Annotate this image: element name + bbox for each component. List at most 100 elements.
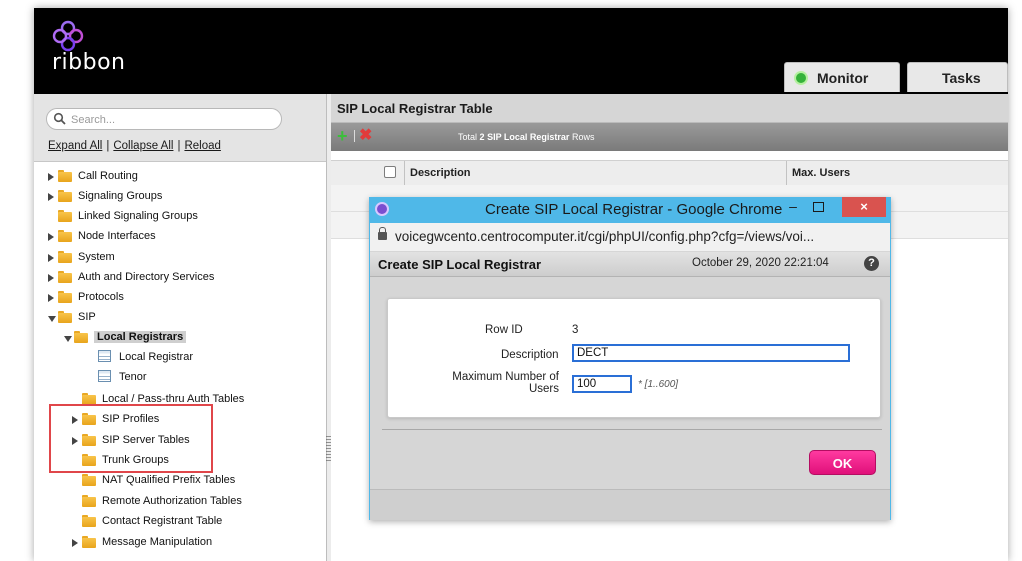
- collapse-all-link[interactable]: Collapse All: [113, 140, 173, 152]
- folder-icon: [58, 170, 72, 182]
- search-box[interactable]: [46, 108, 282, 130]
- folder-icon: [82, 495, 96, 507]
- table-toolbar: + ✖ Total 2 SIP Local Registrar Rows: [331, 123, 1008, 151]
- folder-icon: [58, 291, 72, 303]
- search-icon: [53, 112, 66, 125]
- folder-icon: [58, 190, 72, 202]
- chrome-popup-window: Create SIP Local Registrar - Google Chro…: [369, 197, 891, 520]
- folder-open-icon: [74, 331, 88, 343]
- tab-monitor[interactable]: Monitor: [784, 62, 900, 92]
- tree-item-label-selected: Local Registrars: [94, 331, 187, 343]
- tree-item-label: Auth and Directory Services: [78, 271, 215, 283]
- column-header-max-users[interactable]: Max. Users: [792, 167, 850, 179]
- max-users-field[interactable]: [572, 375, 632, 393]
- select-all-checkbox[interactable]: [384, 166, 396, 178]
- column-divider: [404, 161, 405, 185]
- address-url[interactable]: voicegwcento.centrocomputer.it/cgi/phpUI…: [395, 229, 814, 244]
- description-field[interactable]: [572, 344, 850, 362]
- maximize-button[interactable]: [813, 202, 824, 212]
- column-header-description[interactable]: Description: [410, 167, 471, 179]
- table-icon: [98, 350, 111, 362]
- dialog-footer: [370, 489, 890, 520]
- folder-icon: [82, 536, 96, 548]
- chrome-app-icon: [375, 202, 389, 216]
- total-suffix: Rows: [571, 132, 595, 142]
- row-id-label: Row ID: [485, 324, 523, 336]
- tree-item-label: Signaling Groups: [78, 190, 163, 202]
- folder-icon: [58, 230, 72, 242]
- total-count: 2: [479, 132, 485, 142]
- page-title: SIP Local Registrar Table: [337, 101, 493, 116]
- description-label: Description: [501, 349, 559, 361]
- reload-link[interactable]: Reload: [184, 140, 220, 152]
- tree-item-label: Tenor: [119, 371, 147, 383]
- expand-arrow-icon[interactable]: [48, 294, 54, 302]
- row-id-value: 3: [572, 324, 579, 336]
- dialog-timestamp: October 29, 2020 22:21:04: [692, 257, 829, 269]
- folder-icon: [58, 210, 72, 222]
- tree-item-label: Node Interfaces: [78, 230, 156, 242]
- max-users-range-hint: * [1..600]: [638, 379, 679, 390]
- toolbar-divider: [354, 130, 355, 142]
- expand-all-link[interactable]: Expand All: [48, 140, 102, 152]
- close-button[interactable]: ×: [842, 197, 886, 217]
- folder-icon: [82, 474, 96, 486]
- table-header-row: Description Max. Users: [331, 160, 1008, 186]
- tree-links: Expand All | Collapse All | Reload: [48, 140, 221, 152]
- tree-item-label: SIP: [78, 311, 96, 323]
- tree-item-label: Contact Registrant Table: [102, 515, 223, 527]
- ok-button[interactable]: OK: [809, 450, 876, 475]
- tree-item-label: Local Registrar: [119, 351, 193, 363]
- tree-item-label: Linked Signaling Groups: [78, 210, 198, 222]
- collapse-arrow-icon[interactable]: [48, 316, 56, 322]
- dialog-title: Create SIP Local Registrar: [378, 257, 542, 272]
- link-separator: |: [177, 140, 181, 152]
- total-entity: SIP Local Registrar: [487, 132, 570, 142]
- monitor-status-icon: [794, 71, 808, 85]
- address-bar[interactable]: voicegwcento.centrocomputer.it/cgi/phpUI…: [370, 223, 890, 252]
- expand-arrow-icon[interactable]: [48, 233, 54, 241]
- help-icon[interactable]: ?: [864, 256, 879, 271]
- sidebar-toolbar: Expand All|Collapse All|Reload: [34, 94, 326, 162]
- tree-item-label: System: [78, 251, 115, 263]
- row-count-text: Total 2 SIP Local Registrar Rows: [458, 132, 594, 142]
- app-window: ribbon Monitor Tasks Expand All|Collapse…: [34, 8, 1008, 561]
- dialog-body: Create SIP Local Registrar October 29, 2…: [370, 252, 890, 520]
- navigation-sidebar: Expand All|Collapse All|Reload Call Rout…: [34, 94, 327, 561]
- expand-arrow-icon[interactable]: [48, 173, 54, 181]
- search-input[interactable]: [69, 111, 273, 129]
- lock-icon: [378, 227, 387, 240]
- max-users-label: Maximum Number of Users: [452, 371, 559, 395]
- expand-arrow-icon[interactable]: [48, 274, 54, 282]
- minimize-button[interactable]: –: [786, 198, 800, 218]
- ribbon-logo-text: ribbon: [52, 50, 126, 75]
- form-panel: Row ID 3 Description Maximum Number of U…: [387, 298, 881, 418]
- popup-titlebar[interactable]: Create SIP Local Registrar - Google Chro…: [369, 197, 891, 223]
- tree-item-label: Call Routing: [78, 170, 138, 182]
- tab-tasks[interactable]: Tasks: [907, 62, 1008, 92]
- annotation-highlight-box: [49, 404, 213, 473]
- tab-monitor-label: Monitor: [817, 70, 869, 86]
- collapse-arrow-icon[interactable]: [64, 336, 72, 342]
- table-title-bar: SIP Local Registrar Table: [331, 94, 1008, 123]
- tab-tasks-label: Tasks: [942, 70, 981, 86]
- total-prefix: Total: [458, 132, 478, 142]
- expand-arrow-icon[interactable]: [48, 254, 54, 262]
- folder-open-icon: [58, 311, 72, 323]
- plus-icon[interactable]: +: [337, 127, 348, 145]
- popup-window-title: Create SIP Local Registrar - Google Chro…: [485, 201, 783, 218]
- expand-arrow-icon[interactable]: [48, 193, 54, 201]
- ribbon-logo-icon: [52, 20, 84, 52]
- dialog-divider: [382, 429, 882, 430]
- table-icon: [98, 370, 111, 382]
- column-divider: [786, 161, 787, 185]
- top-header: ribbon Monitor Tasks: [34, 8, 1008, 94]
- expand-arrow-icon[interactable]: [72, 539, 78, 547]
- folder-icon: [82, 515, 96, 527]
- x-icon[interactable]: ✖: [359, 127, 372, 145]
- link-separator: |: [106, 140, 110, 152]
- dialog-header: Create SIP Local Registrar October 29, 2…: [370, 252, 890, 277]
- tree-item-label: Protocols: [78, 291, 124, 303]
- folder-icon: [58, 271, 72, 283]
- folder-icon: [58, 251, 72, 263]
